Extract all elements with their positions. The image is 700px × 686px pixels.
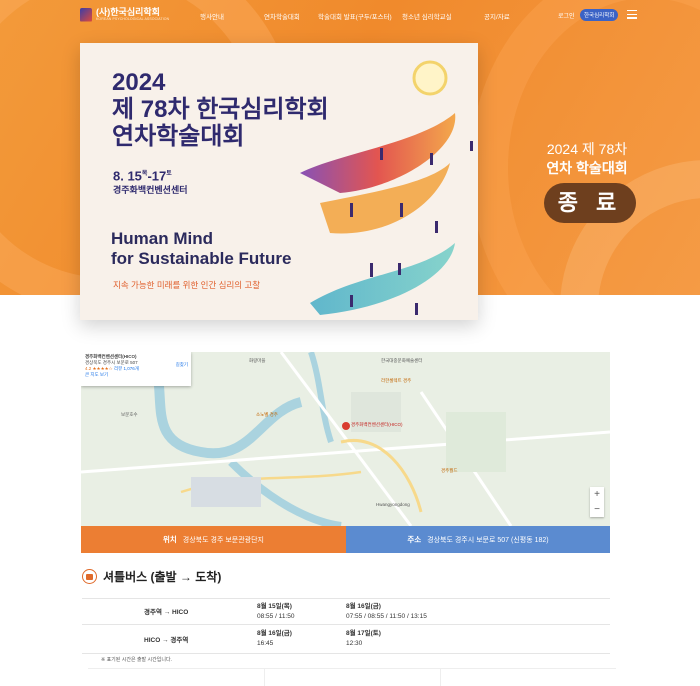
shuttle-date: 8월 15일(목): [257, 603, 292, 610]
kpa-button[interactable]: 한국심리학회: [580, 9, 619, 21]
shuttle-route: HICO → 경주역: [144, 637, 189, 644]
location-value: 경상북도 경주 보문관광단지: [182, 537, 264, 544]
hamburger-menu-icon[interactable]: [627, 10, 637, 19]
map-card-larger-map-link[interactable]: 큰 지도 보기: [85, 372, 187, 378]
address-label: 주소: [407, 535, 422, 544]
poster-date: 8. 15목-17토: [113, 168, 172, 183]
map-label: 라한셀렉트 경주: [381, 378, 412, 383]
side-title: 2024 제 78차 연차 학술대회: [532, 140, 642, 178]
site-logo[interactable]: (사)한국심리학회 KOREAN PSYCHOLOGICAL ASSOCIATI…: [80, 7, 169, 22]
login-link[interactable]: 로그인: [558, 11, 575, 20]
map-label: 경주월드: [441, 468, 458, 473]
shuttle-date: 8월 17일(토): [346, 630, 381, 637]
poster-date-start: 8. 15: [113, 168, 142, 184]
side-title-line2: 연차 학술대회: [546, 160, 628, 176]
shuttle-times: 08:55 / 11:50: [257, 613, 295, 620]
logo-text: (사)한국심리학회: [96, 7, 160, 17]
event-ended-badge: 종 료: [544, 183, 636, 223]
poster-ribbon-artwork: [300, 60, 473, 315]
poster-date-end: -17: [147, 168, 167, 184]
conference-poster: 2024 제 78차 한국심리학회 연차학술대회 8. 15목-17토 경주화백…: [80, 43, 478, 320]
logo-icon: [80, 7, 92, 22]
map-zoom-in-button[interactable]: +: [590, 487, 604, 502]
menu-item-presentations[interactable]: 학술대회 발표(구두/포스터): [318, 11, 392, 21]
shuttle-row: 경주역 → HICO 8월 15일(목) 08:55 / 11:50 8월 16…: [82, 598, 610, 625]
shuttle-schedule-1: 8월 15일(목) 08:55 / 11:50: [257, 602, 294, 622]
location-bar: 위치 경상북도 경주 보문관광단지: [81, 526, 346, 553]
section-divider: [88, 668, 616, 686]
map-label: 한국대중문화예술센터: [381, 358, 423, 363]
side-title-line1: 2024 제 78차: [546, 141, 628, 157]
menu-item-youth-class[interactable]: 청소년 심리학교실: [402, 11, 452, 21]
shuttle-date: 8월 16일(금): [346, 603, 381, 610]
menu-item-notices[interactable]: 공지/자료: [484, 11, 510, 21]
map-marker-label: 경주화백컨벤션센터(HICO): [351, 422, 403, 427]
map-directions-link[interactable]: 길찾기: [176, 362, 188, 368]
map-zoom-control: + −: [590, 487, 604, 517]
menu-item-annual-conference[interactable]: 연차학술대회: [264, 11, 300, 21]
shuttle-note: ※ 표기된 시간은 출발 시간입니다.: [101, 657, 172, 663]
map-label: 보문호수: [121, 412, 138, 417]
map-card-rating: 4.2 ★★★★☆: [85, 366, 113, 371]
address-value: 경상북도 경주시 보문로 507 (신평동 182): [427, 537, 549, 544]
shuttle-header: 셔틀버스 (출발 → 도착): [82, 568, 221, 585]
location-label: 위치: [163, 535, 177, 544]
bus-icon: [82, 569, 97, 584]
logo-subtext: KOREAN PSYCHOLOGICAL ASSOCIATION: [96, 17, 170, 21]
address-bar: 주소 경상북도 경주시 보문로 507 (신평동 182): [346, 526, 610, 553]
map-zoom-out-button[interactable]: −: [590, 502, 604, 517]
poster-venue: 경주화백컨벤션센터: [113, 185, 188, 195]
map-label: 화랑마을: [249, 358, 266, 363]
poster-english-line1: Human Mind: [111, 229, 213, 248]
shuttle-route: 경주역 → HICO: [144, 609, 189, 616]
shuttle-title: 셔틀버스 (출발 → 도착): [103, 570, 222, 584]
shuttle-date: 8월 16일(금): [257, 630, 292, 637]
map-place-card[interactable]: 경주화백컨벤션센터(HICO) 경상북도 경주시 보문로 507 4.2 ★★★…: [81, 352, 191, 386]
poster-english-title: Human Mind for Sustainable Future: [111, 229, 291, 269]
shuttle-times: 07:55 / 08:55 / 11:50 / 13:15: [346, 613, 427, 620]
shuttle-schedule-2: 8월 17일(토) 12:30: [346, 629, 381, 649]
map-card-reviews[interactable]: 리뷰 1,076개: [114, 366, 139, 371]
map-label: 소노벨 경주: [256, 412, 278, 417]
poster-english-line2: for Sustainable Future: [111, 249, 292, 268]
shuttle-times: 12:30: [346, 640, 363, 647]
poster-year: 2024: [112, 69, 166, 96]
top-nav: (사)한국심리학회 KOREAN PSYCHOLOGICAL ASSOCIATI…: [0, 0, 700, 34]
poster-title-line2: 연차학술대회: [112, 123, 245, 150]
poster-subtitle: 지속 가능한 미래를 위한 인간 심리의 고찰: [113, 280, 261, 290]
map-label: Hwangyongdong: [376, 502, 410, 507]
shuttle-row: HICO → 경주역 8월 16일(금) 16:45 8월 17일(토) 12:…: [82, 624, 610, 654]
menu-item-event-info[interactable]: 행사안내: [200, 11, 224, 21]
location-map[interactable]: 경주화백컨벤션센터(HICO) 경상북도 경주시 보문로 507 4.2 ★★★…: [81, 352, 610, 526]
poster-date-day2: 토: [166, 171, 172, 177]
shuttle-times: 16:45: [257, 640, 274, 647]
shuttle-schedule-2: 8월 16일(금) 07:55 / 08:55 / 11:50 / 13:15: [346, 602, 427, 622]
shuttle-schedule-1: 8월 16일(금) 16:45: [257, 629, 292, 649]
